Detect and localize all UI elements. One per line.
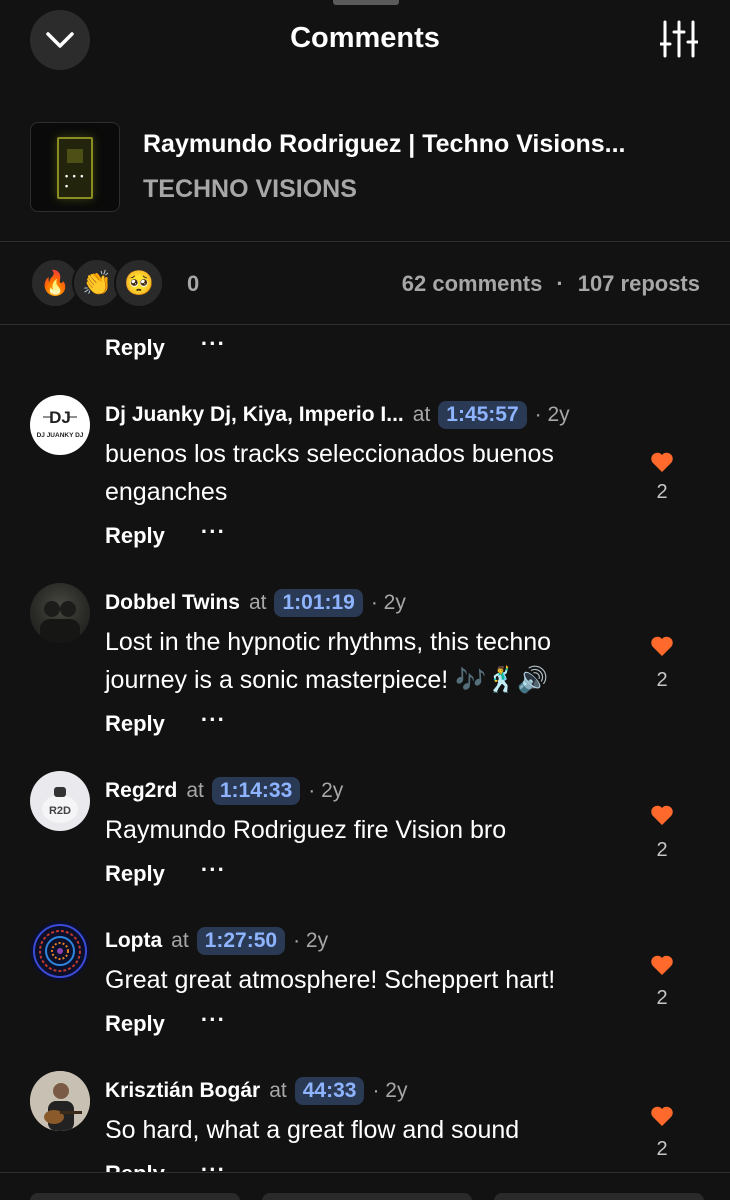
heart-icon bbox=[651, 1106, 673, 1126]
comment-input-bar bbox=[0, 1172, 730, 1200]
comment-age: · 2y bbox=[534, 403, 570, 426]
reply-button[interactable]: Reply bbox=[105, 1161, 165, 1172]
like-button[interactable] bbox=[650, 451, 674, 478]
track-title[interactable]: Raymundo Rodriguez | Techno Visions... bbox=[143, 130, 703, 159]
avatar[interactable] bbox=[30, 583, 90, 643]
comment-author[interactable]: Krisztián Bogár bbox=[105, 1079, 260, 1103]
track-info[interactable]: • • • • Raymundo Rodriguez | Techno Visi… bbox=[30, 122, 700, 212]
heart-icon bbox=[651, 805, 673, 825]
like-button[interactable] bbox=[650, 1105, 674, 1132]
comment-meta: Reg2rd at 1:14:33 · 2y bbox=[105, 777, 343, 805]
input-chip[interactable] bbox=[494, 1193, 704, 1200]
comment-text: Lost in the hypnotic rhythms, this techn… bbox=[105, 628, 552, 694]
comment-actions: Reply ··· bbox=[105, 707, 226, 737]
comment-timestamp[interactable]: 1:27:50 bbox=[196, 927, 286, 955]
comment-text: Raymundo Rodriguez fire Vision bro bbox=[105, 816, 507, 844]
comment-actions: Reply ··· bbox=[105, 857, 226, 887]
at-label: at bbox=[269, 1079, 287, 1102]
svg-text:DJ JUANKY DJ: DJ JUANKY DJ bbox=[37, 432, 84, 439]
like-count: 2 bbox=[656, 481, 668, 503]
like-button[interactable] bbox=[650, 954, 674, 981]
more-options-icon[interactable]: ··· bbox=[201, 707, 226, 733]
heart-icon bbox=[651, 955, 673, 975]
more-options-icon[interactable]: ··· bbox=[201, 1007, 226, 1033]
reactions-group[interactable]: 🔥 👏 🥺 bbox=[30, 258, 164, 310]
comment-timestamp[interactable]: 1:01:19 bbox=[274, 589, 363, 617]
comment-timestamp[interactable]: 1:45:57 bbox=[438, 401, 527, 429]
like-count: 2 bbox=[656, 987, 668, 1009]
comment-age: · 2y bbox=[370, 591, 406, 614]
like-button[interactable] bbox=[650, 635, 674, 662]
input-chip[interactable] bbox=[30, 1193, 240, 1200]
separator: · bbox=[556, 271, 564, 296]
input-chip[interactable] bbox=[262, 1193, 472, 1200]
header: Comments bbox=[0, 0, 730, 80]
track-artist[interactable]: TECHNO VISIONS bbox=[143, 175, 357, 204]
reply-button[interactable]: Reply bbox=[105, 861, 165, 887]
more-options-icon[interactable]: ··· bbox=[201, 857, 226, 883]
krisztian-guitar-photo-icon bbox=[30, 1071, 90, 1131]
at-label: at bbox=[248, 591, 267, 614]
comment-actions: Reply ··· bbox=[105, 1157, 226, 1172]
engagement-counts: 62 comments · 107 reposts bbox=[402, 271, 700, 297]
more-options-icon[interactable]: ··· bbox=[201, 519, 226, 545]
avatar[interactable] bbox=[30, 1071, 90, 1131]
dj-juanky-logo-icon: DJ DJ JUANKY DJ bbox=[37, 408, 84, 439]
reply-button[interactable]: Reply bbox=[105, 1011, 165, 1037]
like-count: 2 bbox=[656, 839, 668, 861]
comment-author[interactable]: Reg2rd bbox=[105, 779, 177, 803]
pleading-reaction[interactable]: 🥺 bbox=[114, 258, 164, 308]
at-label: at bbox=[171, 929, 189, 952]
comments-sheet: Comments • • • • Raymundo Rodriguez | Te… bbox=[0, 0, 730, 1200]
comment-meta: Krisztián Bogár at 44:33 · 2y bbox=[105, 1077, 407, 1105]
comment-author[interactable]: Dj Juanky Dj, Kiya, Imperio I... bbox=[105, 403, 404, 427]
comment-actions: Reply ··· bbox=[105, 1007, 226, 1037]
like-count: 2 bbox=[656, 669, 668, 691]
heart-icon bbox=[651, 452, 673, 472]
divider bbox=[0, 241, 730, 242]
comment-age: · 2y bbox=[372, 1079, 408, 1102]
comment-author[interactable]: Lopta bbox=[105, 929, 162, 953]
comment-actions: Reply ··· bbox=[105, 331, 226, 361]
comments-list[interactable]: Reply ··· DJ DJ JUANKY DJ Dj Juanky Dj, … bbox=[0, 325, 730, 1172]
at-label: at bbox=[186, 779, 204, 802]
comment-text: buenos los tracks seleccionados buenos e… bbox=[105, 440, 554, 506]
dobbel-twins-photo-icon bbox=[40, 601, 80, 643]
comment-meta: Dobbel Twins at 1:01:19 · 2y bbox=[105, 589, 406, 617]
avatar[interactable] bbox=[30, 921, 90, 981]
comment-meta: Dj Juanky Dj, Kiya, Imperio I... at 1:45… bbox=[105, 401, 570, 429]
comment-age: · 2y bbox=[308, 779, 344, 802]
reposts-count[interactable]: 107 reposts bbox=[578, 271, 700, 296]
comment-timestamp[interactable]: 1:14:33 bbox=[211, 777, 301, 805]
like-count: 2 bbox=[656, 1138, 668, 1160]
comment-text: Great great atmosphere! Scheppert hart! bbox=[105, 966, 556, 994]
reg2rd-logo-icon: R2D bbox=[42, 787, 78, 823]
artwork-frame: • • • • bbox=[57, 137, 93, 199]
sliders-icon[interactable] bbox=[660, 20, 698, 58]
like-button[interactable] bbox=[650, 804, 674, 831]
comment-age: · 2y bbox=[293, 929, 329, 952]
more-options-icon[interactable]: ··· bbox=[201, 1157, 226, 1172]
avatar[interactable]: DJ DJ JUANKY DJ bbox=[30, 395, 90, 455]
comment-text: So hard, what a great flow and sound bbox=[105, 1116, 520, 1144]
reaction-count: 0 bbox=[187, 271, 200, 296]
lopta-mandala-icon bbox=[33, 924, 87, 978]
comment-actions: Reply ··· bbox=[105, 519, 226, 549]
stats-bar: 🔥 👏 🥺 0 62 comments · 107 reposts bbox=[30, 258, 700, 310]
reply-button[interactable]: Reply bbox=[105, 711, 165, 737]
comment-timestamp[interactable]: 44:33 bbox=[294, 1077, 365, 1105]
heart-icon bbox=[651, 636, 673, 656]
comment-author[interactable]: Dobbel Twins bbox=[105, 591, 240, 615]
reply-button[interactable]: Reply bbox=[105, 335, 165, 361]
at-label: at bbox=[412, 403, 431, 426]
track-artwork: • • • • bbox=[30, 122, 120, 212]
svg-text:DJ: DJ bbox=[49, 408, 71, 427]
more-options-icon[interactable]: ··· bbox=[201, 331, 226, 357]
comment-meta: Lopta at 1:27:50 · 2y bbox=[105, 927, 328, 955]
page-title: Comments bbox=[290, 22, 440, 54]
avatar[interactable]: R2D bbox=[30, 771, 90, 831]
comments-count[interactable]: 62 comments bbox=[402, 271, 543, 296]
reply-button[interactable]: Reply bbox=[105, 523, 165, 549]
svg-text:R2D: R2D bbox=[49, 805, 71, 817]
